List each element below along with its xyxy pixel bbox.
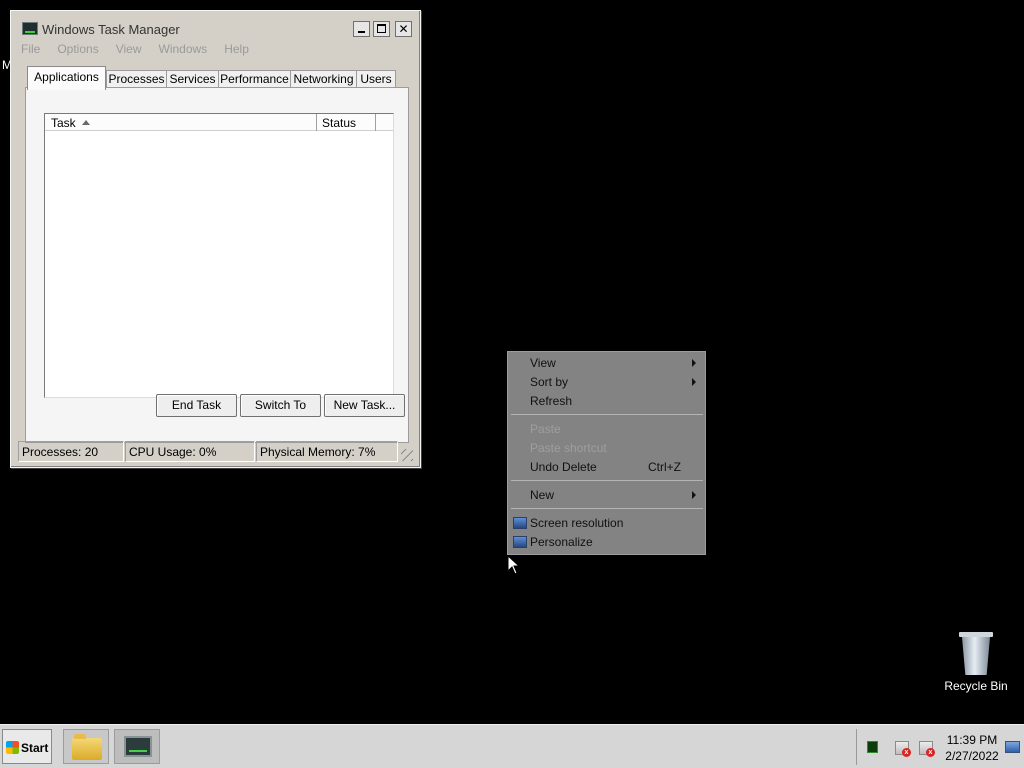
column-header-task[interactable]: Task: [51, 116, 76, 130]
taskbar: Start x x 11:39 PM 2/27/2022: [0, 724, 1024, 768]
window-title: Windows Task Manager: [42, 22, 180, 37]
menu-item-refresh[interactable]: Refresh: [530, 394, 572, 412]
submenu-arrow-icon: [692, 359, 696, 367]
new-task-button[interactable]: New Task...: [324, 394, 405, 417]
task-manager-mini-icon[interactable]: [867, 741, 878, 753]
switch-to-button[interactable]: Switch To: [240, 394, 321, 417]
windows-logo-icon: [6, 741, 19, 754]
speaker-icon[interactable]: x: [919, 741, 935, 757]
menu-item-sort-by[interactable]: Sort by: [530, 375, 568, 393]
status-cpu-usage: CPU Usage: 0%: [125, 441, 255, 462]
menu-view[interactable]: View: [116, 42, 142, 60]
minimize-icon: [358, 31, 365, 33]
status-processes: Processes: 20: [18, 441, 124, 462]
close-button[interactable]: ✕: [395, 21, 412, 37]
recycle-bin-lid: [959, 632, 993, 637]
menu-separator: [511, 508, 703, 509]
submenu-arrow-icon: [692, 378, 696, 386]
menu-item-paste-shortcut: Paste shortcut: [530, 441, 607, 455]
mouse-cursor-icon: [507, 555, 520, 575]
menu-options[interactable]: Options: [57, 42, 98, 60]
task-manager-icon: [124, 736, 152, 757]
maximize-icon: [377, 24, 386, 33]
notification-area: x x 11:39 PM 2/27/2022: [856, 729, 1021, 765]
column-header-status[interactable]: Status: [322, 116, 356, 130]
display-icon: [513, 517, 527, 529]
status-bar: Processes: 20 CPU Usage: 0% Physical Mem…: [18, 441, 415, 463]
sort-ascending-icon: [82, 120, 90, 125]
submenu-arrow-icon: [692, 491, 696, 499]
menu-help[interactable]: Help: [224, 42, 249, 60]
undo-delete-shortcut: Ctrl+Z: [648, 460, 681, 474]
menu-item-screen-resolution[interactable]: Screen resolution: [530, 516, 623, 534]
end-task-button[interactable]: End Task: [156, 394, 237, 417]
menu-item-undo-delete[interactable]: Undo Delete: [530, 460, 597, 478]
task-manager-window[interactable]: Windows Task Manager ✕ File Options View…: [10, 10, 421, 468]
recycle-bin[interactable]: Recycle Bin: [938, 630, 1014, 700]
list-header: Task Status: [45, 114, 393, 131]
windows-explorer-icon: [72, 734, 102, 760]
action-center-flag-icon[interactable]: x: [895, 741, 911, 757]
menu-item-paste: Paste: [530, 422, 561, 436]
menu-item-view[interactable]: View: [530, 356, 556, 374]
clock-date: 2/27/2022: [945, 749, 999, 763]
status-physical-memory: Physical Memory: 7%: [256, 441, 398, 462]
error-badge-icon: x: [926, 748, 935, 757]
resize-grip-icon[interactable]: [401, 449, 413, 461]
menu-file[interactable]: File: [21, 42, 40, 60]
column-divider[interactable]: [316, 114, 317, 131]
title-bar[interactable]: Windows Task Manager ✕: [11, 11, 420, 45]
column-divider[interactable]: [375, 114, 376, 131]
taskbar-windows-explorer[interactable]: [63, 729, 109, 764]
applications-panel: Task Status End Task Switch To New Task.…: [25, 87, 409, 443]
show-desktop-icon[interactable]: [1005, 741, 1020, 753]
tab-applications[interactable]: Applications: [27, 66, 106, 90]
clock[interactable]: 11:39 PM 2/27/2022: [945, 732, 999, 764]
task-list[interactable]: Task Status: [44, 113, 394, 398]
menu-windows[interactable]: Windows: [159, 42, 208, 60]
menu-item-new[interactable]: New: [530, 488, 554, 506]
start-label: Start: [21, 741, 49, 755]
menu-separator: [511, 414, 703, 415]
personalize-icon: [513, 536, 527, 548]
recycle-bin-label: Recycle Bin: [944, 679, 1008, 693]
menu-item-personalize[interactable]: Personalize: [530, 535, 593, 553]
menu-bar: File Options View Windows Help: [21, 42, 266, 60]
menu-separator: [511, 480, 703, 481]
start-button[interactable]: Start: [2, 729, 52, 764]
maximize-button[interactable]: [373, 21, 390, 37]
minimize-button[interactable]: [353, 21, 370, 37]
task-manager-app-icon: [22, 22, 38, 35]
taskbar-task-manager[interactable]: [114, 729, 160, 764]
recycle-bin-icon: [959, 630, 993, 676]
desktop-context-menu: View Sort by Refresh Paste Paste shortcu…: [507, 351, 706, 555]
clock-time: 11:39 PM: [946, 733, 998, 747]
recycle-bin-body: [962, 637, 990, 675]
error-badge-icon: x: [902, 748, 911, 757]
